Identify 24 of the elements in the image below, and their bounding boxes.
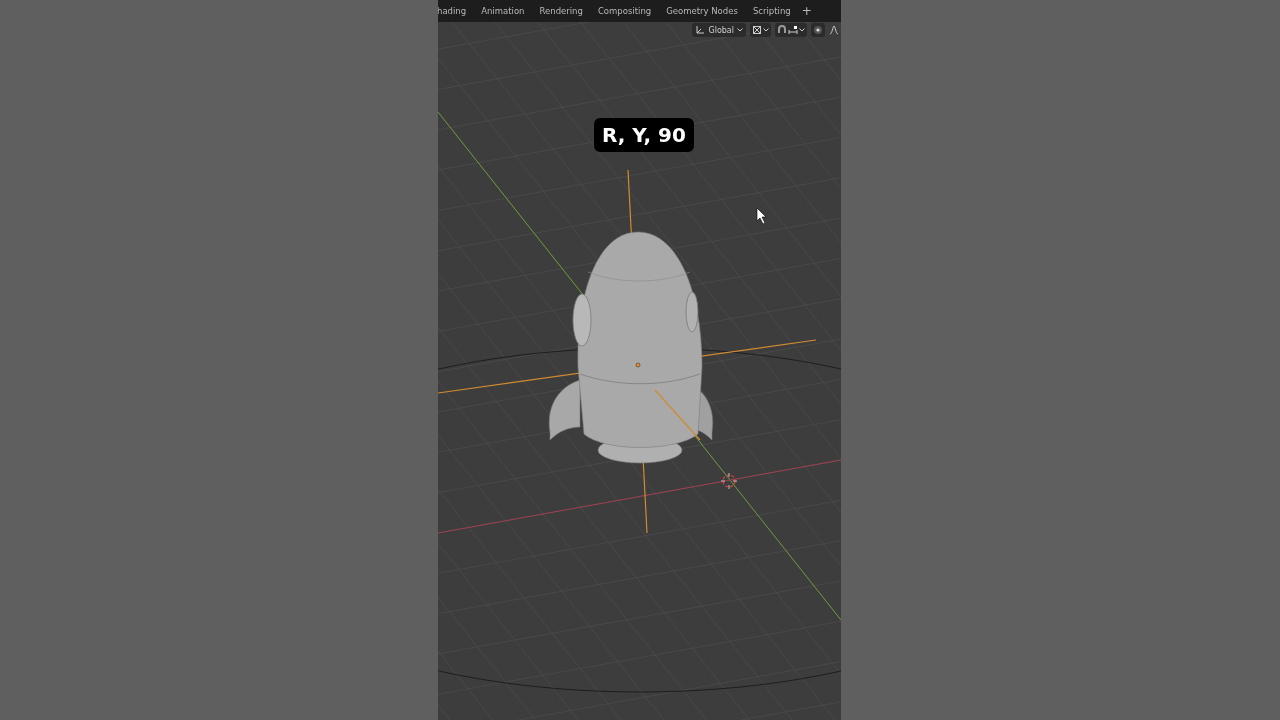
pivot-icon	[752, 25, 762, 35]
caret-icon	[763, 28, 769, 32]
workspace-tab[interactable]: hading	[438, 6, 467, 16]
orientation-dropdown[interactable]: Global	[692, 23, 746, 37]
workspace-tab[interactable]: Animation	[481, 6, 525, 16]
falloff-curve-icon[interactable]	[829, 25, 839, 35]
caret-icon	[737, 28, 743, 32]
dot-circle-icon	[813, 25, 823, 35]
shortcut-caption: R, Y, 90	[594, 118, 694, 152]
workspace-tab[interactable]: Geometry Nodes	[666, 6, 738, 16]
pivot-point-button[interactable]	[750, 23, 771, 37]
mouse-cursor-icon	[756, 207, 767, 225]
magnet-icon	[777, 25, 787, 35]
origin-dot	[635, 362, 641, 368]
snap-increment-icon	[788, 25, 798, 35]
axes-icon	[695, 25, 706, 35]
workspace-tab[interactable]: Scripting	[752, 6, 791, 16]
workspace-tab[interactable]: Compositing	[597, 6, 652, 16]
3d-cursor-icon	[720, 472, 738, 490]
workspace-tab[interactable]: Rendering	[539, 6, 583, 16]
add-workspace-button[interactable]: +	[801, 4, 812, 18]
caret-icon	[799, 28, 805, 32]
snap-button[interactable]	[775, 23, 807, 37]
proportional-edit-button[interactable]	[811, 23, 825, 37]
